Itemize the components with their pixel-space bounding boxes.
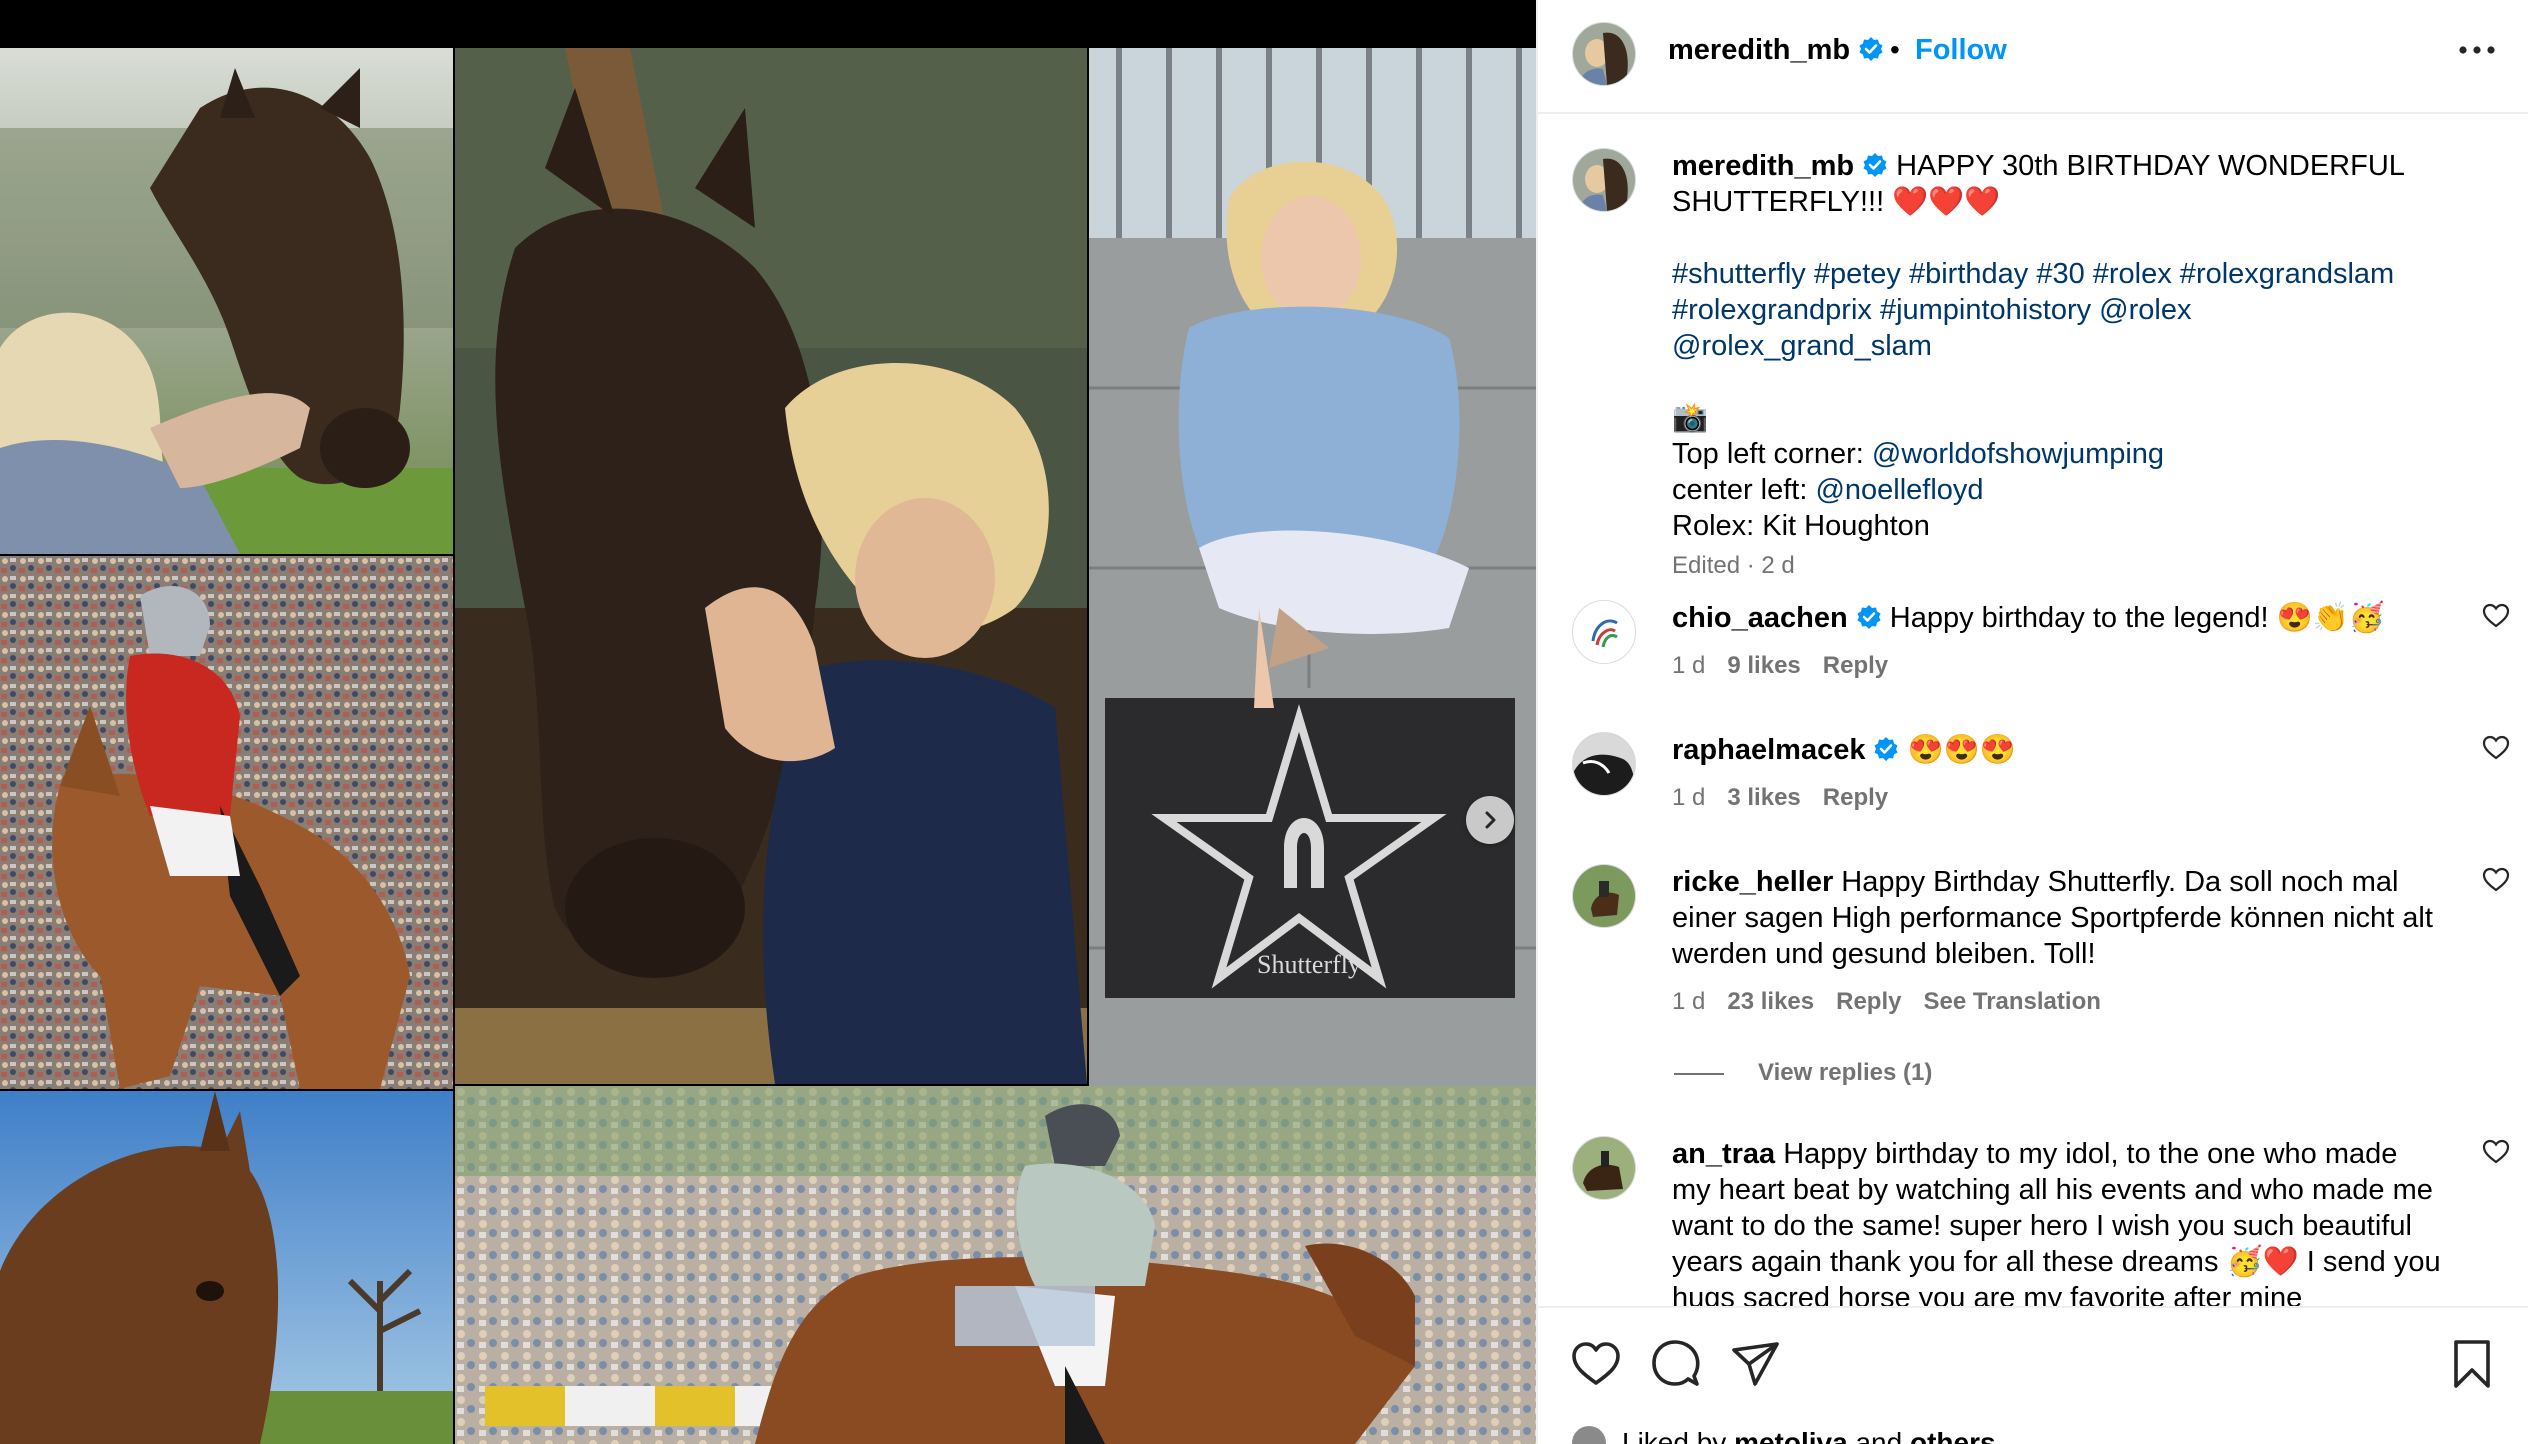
liked-by: Liked by metoliva and others [1572,1426,1996,1444]
comment-username[interactable]: chio_aachen [1672,602,1848,634]
follow-button[interactable]: Follow [1915,34,2007,67]
commenter-avatar[interactable] [1572,864,1636,928]
verified-badge-icon [1857,605,1881,629]
comment-meta: 1 d 9 likes Reply [1672,652,1910,680]
caption-hashtags-line1[interactable]: #shutterfly #petey #birthday #30 #rolex … [1672,256,2442,292]
verified-badge-icon [1874,737,1898,761]
photo-walk-of-fame-star: Shutterfly [1089,48,1536,1090]
header-separator: • [1890,34,1900,65]
post-action-bar: Liked by metoliva and others [1538,1306,2528,1444]
comment-text: Happy birthday to the legend! [1881,602,2277,634]
photo-horse-head-sky [0,1091,453,1444]
liked-by-prefix: Liked by [1622,1427,1735,1444]
comment-time: 1 d [1672,784,1706,811]
commenter-avatar[interactable] [1572,732,1636,796]
see-translation-button[interactable]: See Translation [1923,988,2100,1015]
liked-by-middle: and [1847,1427,1910,1444]
verified-badge-icon [1859,37,1883,61]
reply-button[interactable]: Reply [1823,784,1888,811]
photo-show-jumping-red-jacket [0,556,453,1089]
photo-woman-kissing-horse [455,48,1087,1084]
credit2-label: center left: [1672,474,1816,506]
photo-show-jumping-grey-jacket [455,1086,1536,1444]
comment-meta: 1 d 3 likes Reply [1672,784,1910,812]
share-icon[interactable] [1730,1338,1782,1390]
liked-by-user[interactable]: metoliva [1734,1427,1848,1444]
comment-emojis: 😍😍😍 [1907,734,2016,766]
caption-hearts: ❤️❤️❤️ [1892,186,2001,218]
comment-meta: 1 d 23 likes Reply See Translation [1672,988,2123,1016]
post-side-panel: meredith_mb • Follow meredith_mb HAPPY 3… [1536,0,2528,1444]
post-media-carousel[interactable]: Shutterfly [0,0,1536,1444]
reply-button[interactable]: Reply [1836,988,1901,1015]
author-username[interactable]: meredith_mb [1668,34,1850,66]
caption-meta: Edited · 2 d [1672,552,1817,580]
camera-emoji: 📸 [1672,402,1709,434]
more-options-button[interactable] [2454,30,2500,70]
caption-text: meredith_mb HAPPY 30th BIRTHDAY WONDERFU… [1672,148,2442,544]
star-plaque-text: Shutterfly [1257,950,1361,979]
next-slide-button[interactable] [1466,796,1514,844]
commenter-avatar[interactable] [1572,1136,1636,1200]
next-arrow-icon [1485,811,1496,829]
comments-list[interactable]: meredith_mb HAPPY 30th BIRTHDAY WONDERFU… [1538,114,2528,1306]
view-replies-button[interactable]: View replies (1) [1674,1059,1933,1087]
author-avatar[interactable] [1572,22,1636,86]
credit1-label: Top left corner: [1672,438,1872,470]
like-comment-heart-icon[interactable] [2482,602,2510,630]
media-top-bar [0,0,1536,48]
liker-avatar[interactable] [1572,1426,1606,1444]
view-replies-label: View replies (1) [1758,1059,1933,1086]
comment-username[interactable]: an_traa [1672,1138,1775,1170]
verified-badge-icon [1863,153,1887,177]
heart-icon[interactable] [1570,1338,1622,1390]
comment-username[interactable]: raphaelmacek [1672,734,1865,766]
photo-woman-with-horse [0,48,453,554]
credit3: Rolex: Kit Houghton [1672,510,1930,542]
replies-divider [1674,1072,1724,1075]
bookmark-icon[interactable] [2446,1338,2498,1390]
edited-timestamp: Edited · 2 d [1672,552,1795,579]
comment-emojis: 😍👏🥳 [2276,602,2385,634]
like-comment-heart-icon[interactable] [2482,1138,2510,1166]
comment-likes[interactable]: 9 likes [1727,652,1800,679]
liked-by-others[interactable]: others [1910,1427,1996,1444]
caption-hashtags-line2[interactable]: #rolexgrandprix #jumpintohistory @rolex … [1672,292,2442,364]
comment-likes[interactable]: 3 likes [1727,784,1800,811]
credit2-handle[interactable]: @noellefloyd [1815,474,1983,506]
post-header: meredith_mb • Follow [1538,0,2528,114]
like-comment-heart-icon[interactable] [2482,734,2510,762]
comment-time: 1 d [1672,652,1706,679]
like-comment-heart-icon[interactable] [2482,866,2510,894]
more-options-icon [2459,46,2495,54]
reply-button[interactable]: Reply [1823,652,1888,679]
comment-emojis: 🥳❤️ [2226,1246,2299,1278]
credit1-handle[interactable]: @worldofshowjumping [1872,438,2164,470]
comment-text [1899,734,1907,766]
comment-time: 1 d [1672,988,1706,1015]
commenter-avatar[interactable] [1572,600,1636,664]
caption-username[interactable]: meredith_mb [1672,150,1854,182]
instagram-post-view: Shutterfly meredith_mb • Follow meredith… [0,0,2528,1444]
comment-icon[interactable] [1650,1338,1702,1390]
caption-author-avatar[interactable] [1572,148,1636,212]
comment-likes[interactable]: 23 likes [1727,988,1814,1015]
comment-username[interactable]: ricke_heller [1672,866,1833,898]
